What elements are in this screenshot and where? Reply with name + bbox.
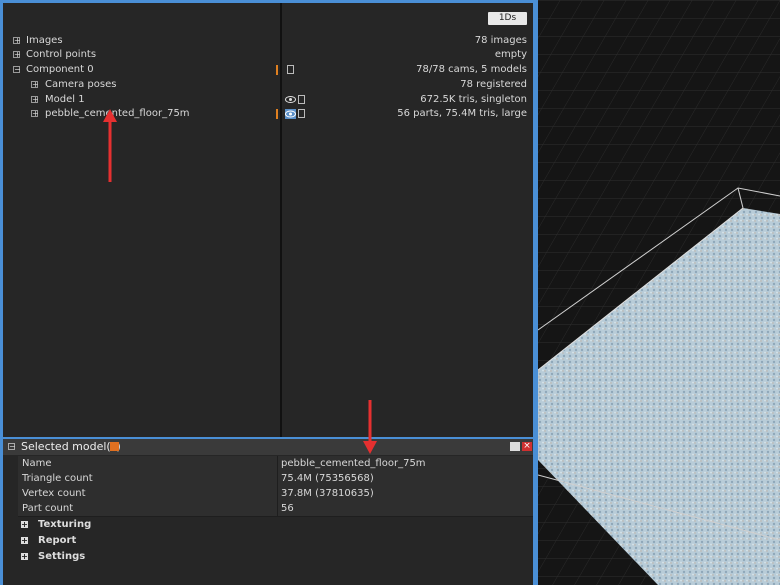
collapse-icon[interactable]: − (8, 443, 16, 451)
expand-icon[interactable]: + (31, 81, 39, 89)
expand-icon[interactable]: + (13, 37, 21, 45)
tree-value: empty (494, 49, 527, 60)
prop-row-name: Name pebble_cemented_floor_75m (18, 456, 533, 472)
tree-row-pebble-model[interactable]: + pebble_cemented_floor_75m 56 parts, 75… (3, 107, 533, 121)
annotation-arrow (103, 109, 117, 182)
expand-icon[interactable]: + (21, 553, 28, 561)
expand-icon[interactable]: + (21, 537, 28, 545)
eye-icon[interactable] (285, 95, 296, 104)
active-marker (276, 109, 278, 119)
lock-icon[interactable] (298, 109, 305, 118)
panel-title: Selected model(s) (21, 440, 121, 453)
expand-icon[interactable]: + (13, 51, 21, 59)
tree-row-camera-poses[interactable]: + Camera poses 78 registered (3, 78, 533, 92)
section-label: Texturing (38, 519, 92, 530)
section-label: Report (38, 535, 77, 546)
collapse-icon[interactable]: − (13, 66, 21, 74)
expand-icon[interactable]: + (21, 521, 28, 529)
tree-value: 78/78 cams, 5 models (416, 64, 527, 75)
scene-tree-panel: 1Ds + Images 78 images + Control points … (3, 3, 533, 437)
tree-value: 78 registered (460, 79, 527, 90)
viewport-scene (538, 0, 780, 585)
active-marker (276, 65, 278, 75)
prop-value[interactable]: pebble_cemented_floor_75m (281, 456, 426, 471)
tree-row-model-1[interactable]: + Model 1 672.5K tris, singleton (3, 93, 533, 107)
dock-icon[interactable] (510, 442, 520, 451)
lock-icon[interactable] (287, 65, 294, 74)
tree-label: Control points (26, 49, 97, 60)
prop-value: 75.4M (75356568) (281, 473, 374, 484)
tree-value: 56 parts, 75.4M tris, large (397, 108, 527, 119)
tree-value: 78 images (474, 35, 527, 46)
tree-row-component-0[interactable]: − Component 0 78/78 cams, 5 models (3, 63, 533, 77)
section-label: Settings (38, 551, 86, 562)
close-icon[interactable] (110, 442, 119, 451)
prop-key: Vertex count (22, 488, 86, 499)
tree-row-control-points[interactable]: + Control points empty (3, 48, 533, 62)
1ds-button[interactable]: 1Ds (488, 12, 527, 25)
selected-panel-header: − Selected model(s) × (3, 439, 533, 455)
tree-row-images[interactable]: + Images 78 images (3, 34, 533, 48)
eye-icon[interactable] (285, 109, 296, 119)
prop-key: Part count (22, 503, 74, 514)
3d-viewport[interactable] (538, 0, 780, 585)
lock-icon[interactable] (298, 95, 305, 104)
prop-row-triangle-count: Triangle count 75.4M (75356568) (18, 471, 533, 487)
tree-label: Images (26, 35, 63, 46)
prop-row-vertex-count: Vertex count 37.8M (37810635) (18, 486, 533, 502)
tree-label: Camera poses (45, 79, 117, 90)
expand-icon[interactable]: + (31, 110, 39, 118)
left-pane: 1Ds + Images 78 images + Control points … (0, 0, 538, 585)
prop-value: 56 (281, 503, 294, 514)
tree-value: 672.5K tris, singleton (420, 94, 527, 105)
close-panel-icon[interactable]: × (522, 442, 532, 451)
tree-label: Model 1 (45, 94, 85, 105)
tree-label: Component 0 (26, 64, 94, 75)
prop-key: Triangle count (22, 473, 93, 484)
prop-value: 37.8M (37810635) (281, 488, 374, 499)
selected-models-panel: − Selected model(s) × Name pebble_cement… (3, 439, 533, 585)
annotation-arrow (363, 400, 377, 454)
prop-row-part-count: Part count 56 (18, 501, 533, 517)
prop-key: Name (22, 458, 52, 469)
expand-icon[interactable]: + (31, 96, 39, 104)
